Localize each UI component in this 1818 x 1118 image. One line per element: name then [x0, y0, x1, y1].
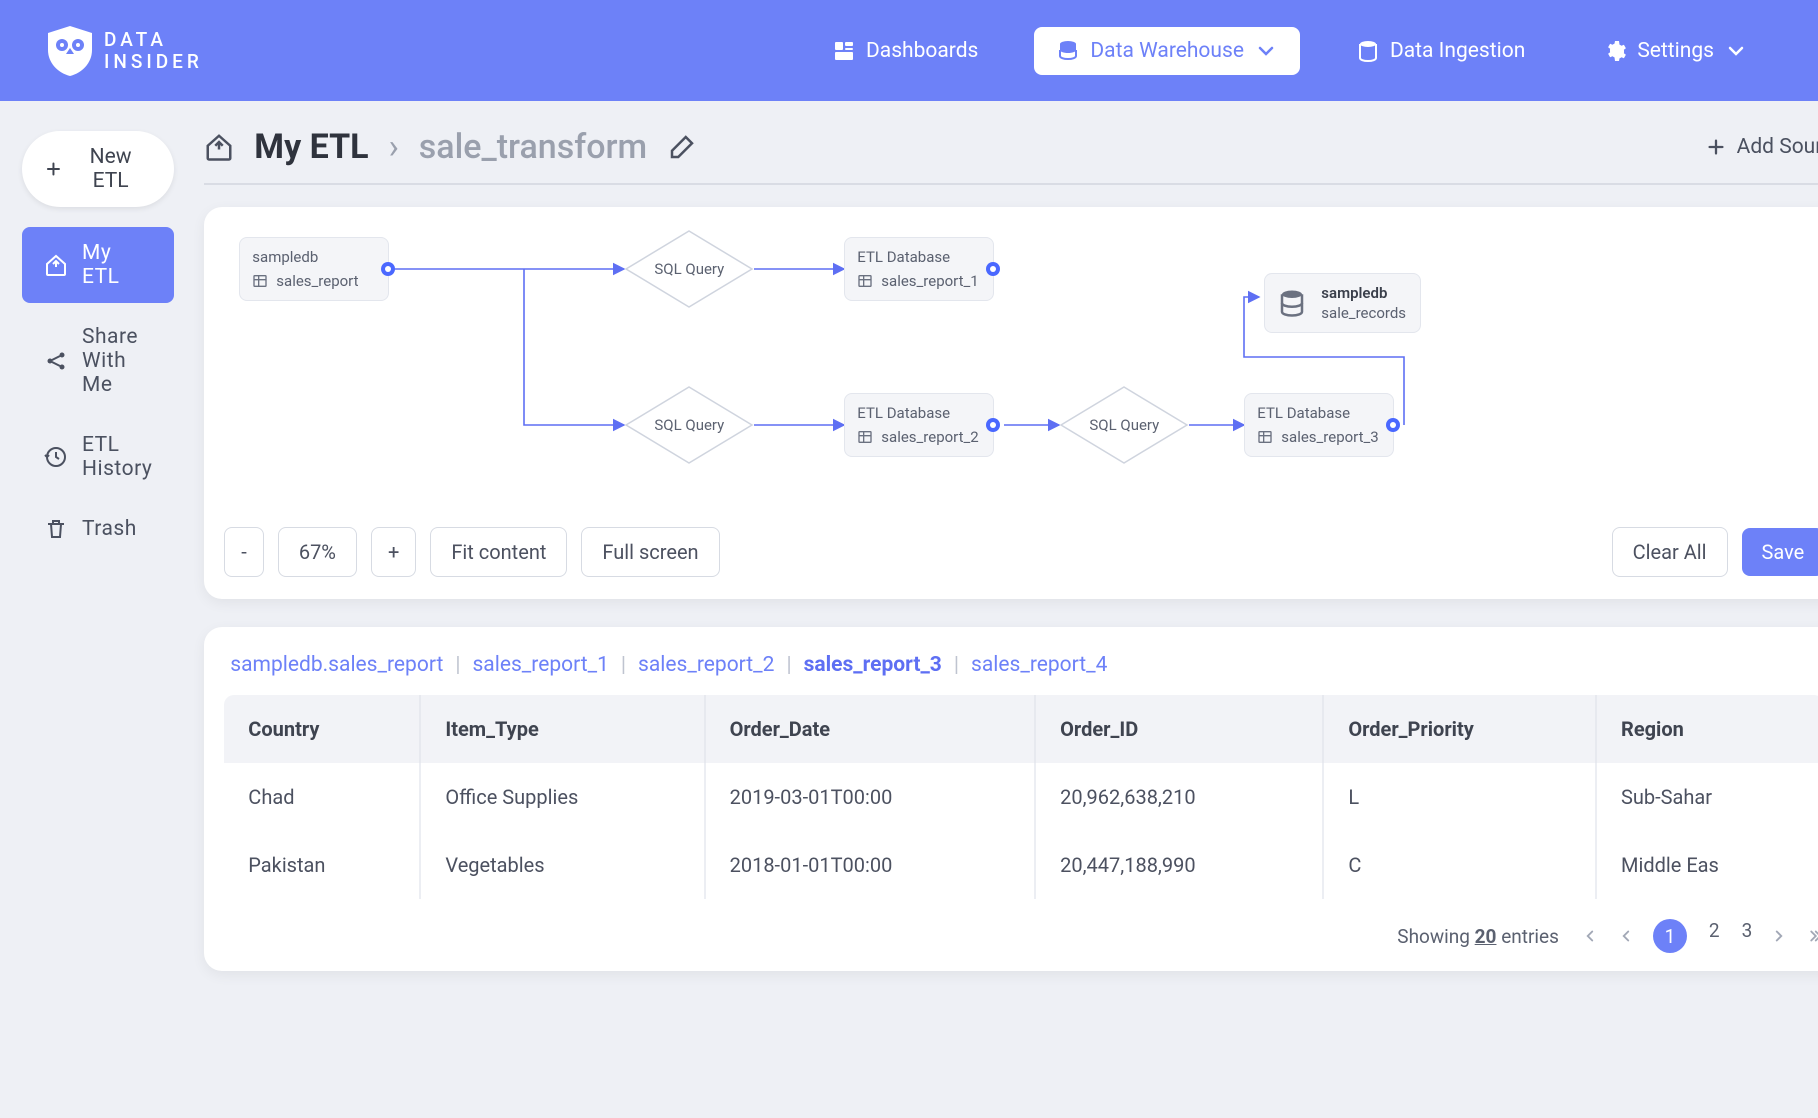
entries-info: Showing 20 entries	[1397, 925, 1559, 948]
pager: 123	[1581, 919, 1818, 953]
sidebar-item-my-etl[interactable]: My ETL	[22, 227, 174, 303]
chevrons-right-icon[interactable]	[1806, 927, 1818, 945]
dashboard-icon	[832, 39, 856, 63]
flow-node-source[interactable]: sampledb sales_report	[239, 237, 389, 301]
flow-node-sql-query-1[interactable]: SQL Query	[624, 229, 754, 309]
etl-canvas: sampledb sales_report SQL Query ETL Data…	[204, 207, 1818, 599]
flow-node-db1[interactable]: ETL Database sales_report_1	[844, 237, 994, 301]
sidebar: New ETL My ETL Share With Me ETL History…	[0, 101, 196, 1118]
brand-line-1: DATA	[104, 29, 203, 51]
home-up-icon	[204, 132, 234, 162]
add-source-button[interactable]: Add Source	[1705, 135, 1818, 159]
flow-node-db3[interactable]: ETL Database sales_report_3	[1244, 393, 1394, 457]
save-button[interactable]: Save	[1742, 528, 1818, 576]
owl-shield-icon	[48, 26, 92, 76]
clear-all-button[interactable]: Clear All	[1612, 527, 1728, 577]
brand-line-2: INSIDER	[104, 51, 203, 73]
chevron-down-icon	[1724, 39, 1748, 63]
table-row[interactable]: ChadOffice Supplies2019-03-01T00:0020,96…	[224, 763, 1818, 831]
result-tabs: sampledb.sales_report | sales_report_1 |…	[224, 653, 1818, 677]
chevron-down-icon	[1254, 39, 1278, 63]
node-port[interactable]	[381, 262, 395, 276]
result-tab[interactable]: sales_report_3	[804, 653, 942, 677]
nav-data-warehouse[interactable]: Data Warehouse	[1034, 27, 1300, 75]
zoom-level[interactable]: 67%	[278, 527, 357, 577]
new-etl-button[interactable]: New ETL	[22, 131, 174, 207]
fit-content-button[interactable]: Fit content	[430, 527, 567, 577]
canvas-toolbar: - 67% + Fit content Full screen Clear Al…	[224, 527, 1818, 577]
breadcrumb-separator: ›	[389, 127, 399, 167]
flow-node-sql-query-2[interactable]: SQL Query	[624, 385, 754, 465]
full-screen-button[interactable]: Full screen	[581, 527, 719, 577]
chevron-left-icon[interactable]	[1581, 927, 1599, 945]
page-number[interactable]: 3	[1742, 919, 1753, 953]
result-tab[interactable]: sales_report_1	[472, 653, 608, 677]
table-icon	[1257, 429, 1273, 445]
table-header[interactable]: Item_Type	[420, 695, 704, 763]
flow-node-db2[interactable]: ETL Database sales_report_2	[844, 393, 994, 457]
result-tab[interactable]: sales_report_2	[638, 653, 774, 677]
result-tab[interactable]: sampledb.sales_report	[230, 653, 443, 677]
edit-icon[interactable]	[667, 132, 697, 162]
page-number[interactable]: 2	[1709, 919, 1720, 953]
table-icon	[252, 273, 268, 289]
flow-node-destination[interactable]: sampledb sale_records	[1264, 273, 1421, 333]
database-icon	[1356, 39, 1380, 63]
chevron-right-icon[interactable]	[1770, 927, 1788, 945]
logo: DATA INSIDER	[48, 26, 203, 76]
sidebar-item-trash[interactable]: Trash	[22, 503, 174, 555]
breadcrumb-node: sale_transform	[419, 127, 647, 167]
gear-icon	[1603, 39, 1627, 63]
share-icon	[44, 349, 68, 373]
results-table: CountryItem_TypeOrder_DateOrder_IDOrder_…	[224, 695, 1818, 899]
table-header[interactable]: Country	[224, 695, 420, 763]
nav-settings[interactable]: Settings	[1581, 27, 1770, 75]
home-up-icon	[44, 253, 68, 277]
node-port[interactable]	[986, 262, 1000, 276]
table-header[interactable]: Order_Date	[705, 695, 1036, 763]
flow-area[interactable]: sampledb sales_report SQL Query ETL Data…	[224, 227, 1818, 517]
trash-icon	[44, 517, 68, 541]
database-icon	[1056, 39, 1080, 63]
breadcrumb-root[interactable]: My ETL	[254, 127, 368, 167]
result-tab[interactable]: sales_report_4	[971, 653, 1107, 677]
topbar: DATA INSIDER Dashboards Data Warehouse D…	[0, 0, 1818, 101]
zoom-out-button[interactable]: -	[224, 527, 264, 577]
nav-dashboards[interactable]: Dashboards	[810, 27, 1000, 75]
table-header[interactable]: Order_ID	[1035, 695, 1323, 763]
table-icon	[857, 429, 873, 445]
chevron-left-icon[interactable]	[1617, 927, 1635, 945]
results-panel: sampledb.sales_report | sales_report_1 |…	[204, 627, 1818, 971]
sidebar-item-history[interactable]: ETL History	[22, 419, 174, 495]
node-port[interactable]	[986, 418, 1000, 432]
nav-data-ingestion[interactable]: Data Ingestion	[1334, 27, 1547, 75]
plus-icon	[44, 158, 63, 180]
flow-node-sql-query-3[interactable]: SQL Query	[1059, 385, 1189, 465]
database-icon	[1277, 288, 1307, 318]
sidebar-item-share[interactable]: Share With Me	[22, 311, 174, 411]
breadcrumb-row: My ETL › sale_transform Add Source	[204, 127, 1818, 185]
history-icon	[44, 445, 68, 469]
node-port[interactable]	[1386, 418, 1400, 432]
zoom-in-button[interactable]: +	[371, 527, 416, 577]
table-row[interactable]: PakistanVegetables2018-01-01T00:0020,447…	[224, 831, 1818, 899]
table-header[interactable]: Order_Priority	[1323, 695, 1596, 763]
table-icon	[857, 273, 873, 289]
table-header[interactable]: Region	[1596, 695, 1818, 763]
flow-wires	[224, 227, 1818, 517]
page-number[interactable]: 1	[1653, 919, 1687, 953]
plus-icon	[1705, 136, 1727, 158]
